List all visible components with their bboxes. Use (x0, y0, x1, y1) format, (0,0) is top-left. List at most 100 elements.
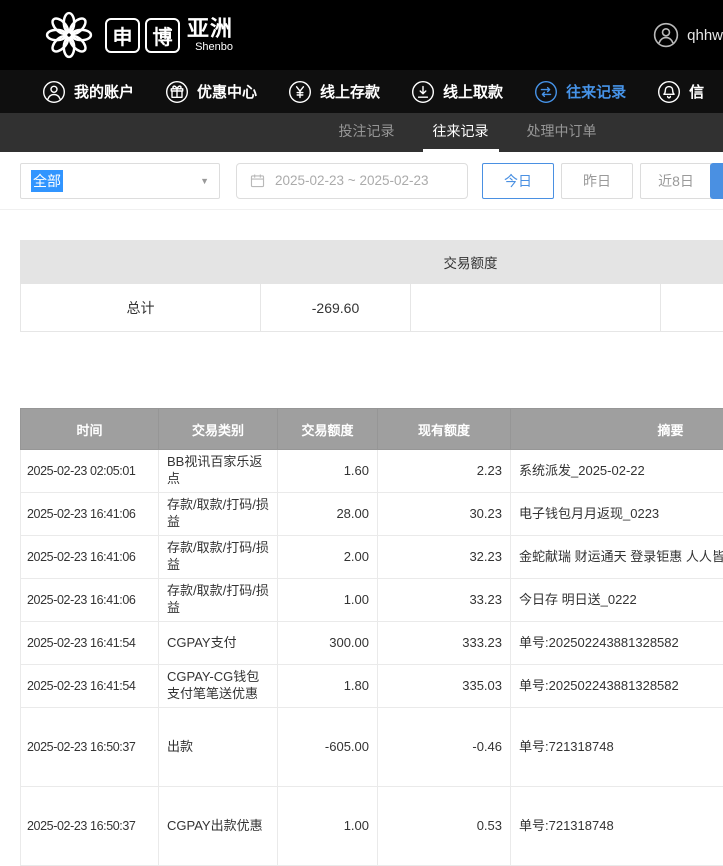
quick-filter-today[interactable]: 今日 (482, 163, 554, 199)
date-range-value: 2025-02-23 ~ 2025-02-23 (275, 173, 429, 188)
brand-region: 亚洲 (187, 17, 233, 41)
cell-amount: 1.00 (278, 579, 378, 622)
subtab-processing-orders[interactable]: 处理中订单 (517, 113, 607, 152)
cell-time: 2025-02-23 16:41:54 (21, 665, 159, 708)
user-area[interactable]: qhhw (653, 22, 723, 48)
table-row: 2025-02-23 16:41:06存款/取款/打码/损益1.0033.23今… (21, 579, 723, 622)
column-header-summary: 摘要 (511, 409, 723, 450)
summary-table-title: 交易额度 (21, 241, 723, 284)
bell-icon (657, 80, 681, 104)
summary-total-label: 总计 (21, 284, 261, 332)
cell-summary: 单号:721318748 (511, 708, 723, 787)
cell-balance: 335.03 (378, 665, 511, 708)
filter-bar: 全部 ▼ 2025-02-23 ~ 2025-02-23 今日昨日近8日 (0, 152, 723, 210)
cell-type: 存款/取款/打码/损益 (159, 579, 278, 622)
nav-item-label: 优惠中心 (197, 81, 257, 102)
cell-time: 2025-02-23 02:05:01 (21, 450, 159, 493)
cell-amount: 2.00 (278, 536, 378, 579)
cell-type: CGPAY支付 (159, 622, 278, 665)
cell-balance: 2.23 (378, 450, 511, 493)
cell-amount: 1.60 (278, 450, 378, 493)
cell-summary: 电子钱包月月返现_0223 (511, 493, 723, 536)
brand-char-shen: 申 (105, 18, 140, 53)
subtab-bet-records[interactable]: 投注记录 (329, 113, 405, 152)
flower-logo-icon (42, 8, 96, 62)
cell-time: 2025-02-23 16:41:06 (21, 579, 159, 622)
type-select-value: 全部 (31, 170, 63, 192)
chevron-down-icon: ▼ (200, 176, 209, 186)
brand-subtitle: Shenbo (195, 41, 233, 53)
column-header-balance: 现有额度 (378, 409, 511, 450)
nav-item-online-deposit[interactable]: 线上存款 (288, 80, 380, 104)
subtab-transaction-records[interactable]: 往来记录 (423, 113, 499, 152)
nav-item-label: 我的账户 (74, 81, 134, 102)
table-row: 2025-02-23 16:41:54CGPAY-CG钱包支付笔笔送优惠1.80… (21, 665, 723, 708)
username: qhhw (687, 27, 723, 44)
summary-total-row: 总计 -269.60 (21, 284, 723, 332)
quick-filter-last-8-days[interactable]: 近8日 (640, 163, 712, 199)
nav-item-my-account[interactable]: 我的账户 (42, 80, 134, 104)
column-header-amount: 交易额度 (278, 409, 378, 450)
gift-icon (165, 80, 189, 104)
cell-summary: 单号:721318748 (511, 787, 723, 866)
nav-item-transaction-records[interactable]: 往来记录 (534, 80, 626, 104)
cell-type: CGPAY-CG钱包支付笔笔送优惠 (159, 665, 278, 708)
quick-filter-yesterday[interactable]: 昨日 (561, 163, 633, 199)
cell-time: 2025-02-23 16:41:54 (21, 622, 159, 665)
summary-table: 交易额度 总计 -269.60 (20, 240, 723, 332)
brand-logo[interactable]: 申 博 亚洲 Shenbo (42, 8, 233, 62)
table-header-row: 时间交易类别交易额度现有额度摘要 (21, 409, 723, 450)
cell-summary: 单号:202502243881328582 (511, 622, 723, 665)
cell-amount: 1.80 (278, 665, 378, 708)
summary-section: 交易额度 总计 -269.60 (20, 240, 723, 332)
nav-item-online-withdrawal[interactable]: 线上取款 (411, 80, 503, 104)
cell-type: 出款 (159, 708, 278, 787)
nav-item-label: 往来记录 (566, 81, 626, 102)
cell-amount: -605.00 (278, 708, 378, 787)
sub-tabs: 投注记录往来记录处理中订单 (0, 113, 723, 152)
nav-item-label: 信 (689, 81, 704, 102)
date-range-input[interactable]: 2025-02-23 ~ 2025-02-23 (236, 163, 468, 199)
cell-time: 2025-02-23 16:50:37 (21, 708, 159, 787)
cell-balance: 33.23 (378, 579, 511, 622)
cell-amount: 1.00 (278, 787, 378, 866)
cell-amount: 28.00 (278, 493, 378, 536)
cell-balance: 333.23 (378, 622, 511, 665)
summary-empty-cell-2 (661, 284, 723, 332)
column-header-time: 时间 (21, 409, 159, 450)
search-button-partial[interactable] (710, 163, 723, 199)
cell-type: BB视讯百家乐返点 (159, 450, 278, 493)
summary-header-row: 交易额度 (21, 241, 723, 284)
cell-summary: 金蛇献瑞 财运通天 登录钜惠 人人皆 (511, 536, 723, 579)
deposit-icon (288, 80, 312, 104)
table-row: 2025-02-23 16:41:06存款/取款/打码/损益2.0032.23金… (21, 536, 723, 579)
brand-char-bo: 博 (145, 18, 180, 53)
nav-item-promotions[interactable]: 优惠中心 (165, 80, 257, 104)
table-row: 2025-02-23 16:41:06存款/取款/打码/损益28.0030.23… (21, 493, 723, 536)
table-row: 2025-02-23 16:41:54CGPAY支付300.00333.23单号… (21, 622, 723, 665)
cell-summary: 单号:202502243881328582 (511, 665, 723, 708)
cell-time: 2025-02-23 16:41:06 (21, 493, 159, 536)
table-row: 2025-02-23 16:50:37出款-605.00-0.46单号:7213… (21, 708, 723, 787)
calendar-icon (249, 172, 266, 189)
cell-amount: 300.00 (278, 622, 378, 665)
cell-time: 2025-02-23 16:41:06 (21, 536, 159, 579)
cell-summary: 系统派发_2025-02-22 (511, 450, 723, 493)
nav-item-messages[interactable]: 信 (657, 80, 704, 104)
withdraw-icon (411, 80, 435, 104)
records-icon (534, 80, 558, 104)
table-row: 2025-02-23 02:05:01BB视讯百家乐返点1.602.23系统派发… (21, 450, 723, 493)
cell-type: 存款/取款/打码/损益 (159, 493, 278, 536)
user-icon (42, 80, 66, 104)
quick-filter-buttons: 今日昨日近8日 (482, 163, 712, 199)
cell-summary: 今日存 明日送_0222 (511, 579, 723, 622)
type-select[interactable]: 全部 ▼ (20, 163, 220, 199)
cell-balance: -0.46 (378, 708, 511, 787)
cell-balance: 32.23 (378, 536, 511, 579)
cell-type: CGPAY出款优惠 (159, 787, 278, 866)
records-section: 时间交易类别交易额度现有额度摘要2025-02-23 02:05:01BB视讯百… (20, 408, 723, 866)
cell-type: 存款/取款/打码/损益 (159, 536, 278, 579)
top-header: 申 博 亚洲 Shenbo qhhw (0, 0, 723, 70)
cell-balance: 30.23 (378, 493, 511, 536)
summary-total-value: -269.60 (261, 284, 411, 332)
